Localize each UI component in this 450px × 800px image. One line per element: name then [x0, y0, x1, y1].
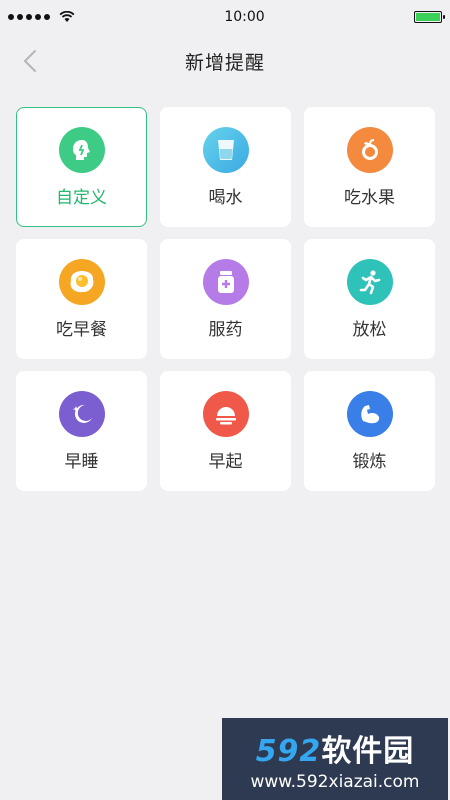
custom-icon	[58, 126, 105, 173]
battery-icon	[413, 11, 445, 23]
reminder-label: 锻炼	[352, 451, 387, 472]
reminder-option-fruit[interactable]: 吃水果	[304, 107, 435, 227]
reminder-label: 喝水	[208, 187, 243, 208]
reminder-option-exercise[interactable]: 锻炼	[304, 371, 435, 491]
status-time: 10:00	[224, 9, 265, 25]
reminder-label: 服药	[208, 319, 243, 340]
reminder-option-wake-early[interactable]: 早起	[160, 371, 291, 491]
watermark-url: www.592xiazai.com	[250, 772, 420, 792]
back-button[interactable]	[16, 47, 44, 75]
reminder-option-relax[interactable]: 放松	[304, 239, 435, 359]
reminder-label: 吃水果	[344, 187, 395, 208]
fruit-icon	[346, 126, 393, 173]
reminder-label: 早起	[208, 451, 243, 472]
reminder-option-water[interactable]: 喝水	[160, 107, 291, 227]
muscle-arm-icon	[346, 390, 393, 437]
reminder-label: 早睡	[64, 451, 99, 472]
reminder-grid: 自定义 喝水 吃水果 吃早餐 服药 放松 早睡 早起 锻炼	[16, 107, 435, 491]
watermark-brand: 592软件园	[255, 734, 415, 769]
reminder-option-breakfast[interactable]: 吃早餐	[16, 239, 147, 359]
signal-strength-icon	[8, 11, 75, 23]
page-title: 新增提醒	[184, 51, 265, 74]
reminder-option-custom[interactable]: 自定义	[16, 107, 147, 227]
reminder-label: 放松	[352, 319, 387, 340]
reminder-label: 自定义	[56, 187, 107, 208]
fried-egg-icon	[58, 258, 105, 305]
medicine-bottle-icon	[202, 258, 249, 305]
reminder-option-sleep-early[interactable]: 早睡	[16, 371, 147, 491]
watermark-logo: 592软件园 www.592xiazai.com	[222, 718, 448, 800]
chevron-left-icon	[24, 50, 36, 72]
status-bar: 10:00	[0, 0, 450, 34]
reminder-option-medicine[interactable]: 服药	[160, 239, 291, 359]
water-glass-icon	[202, 126, 249, 173]
running-person-icon	[346, 258, 393, 305]
wifi-icon	[59, 11, 75, 22]
nav-bar: 新增提醒	[0, 34, 450, 88]
reminder-label: 吃早餐	[56, 319, 107, 340]
moon-stars-icon	[58, 390, 105, 437]
sunrise-icon	[202, 390, 249, 437]
